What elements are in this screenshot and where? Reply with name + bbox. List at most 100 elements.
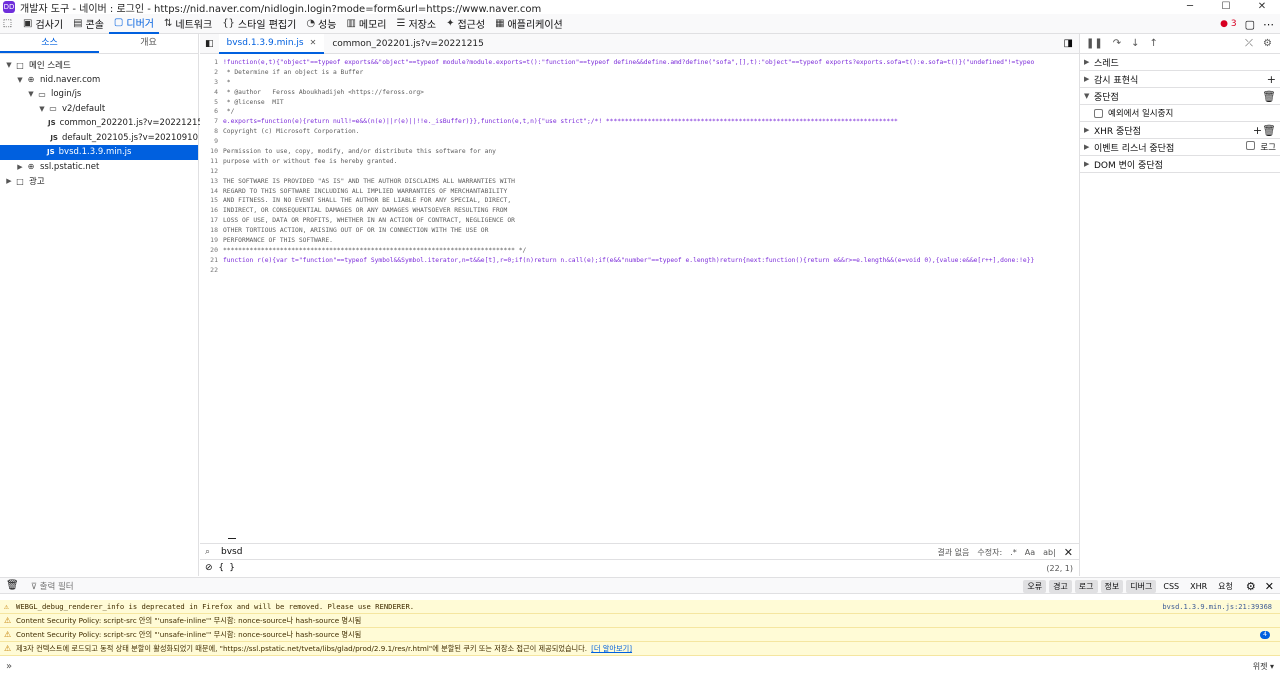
toggle-right-pane-icon[interactable]: ◨ [1064, 38, 1073, 49]
sidebar-section[interactable]: ▶ XHR 중단점 +🗑 [1080, 122, 1280, 139]
code-line[interactable]: REGARD TO THIS SOFTWARE INCLUDING ALL IM… [223, 187, 1078, 197]
tree-item[interactable]: ▼ ▭ v2/default [0, 102, 198, 117]
code-line[interactable] [223, 266, 1078, 276]
code-line[interactable]: * @license MIT [223, 98, 1078, 108]
close-tab-icon[interactable]: ✕ [310, 38, 317, 47]
code-line[interactable]: AND FITNESS. IN NO EVENT SHALL THE AUTHO… [223, 196, 1078, 206]
console-settings-icon[interactable]: ⚙ [1246, 580, 1256, 593]
pretty-print-button[interactable]: { } [219, 563, 235, 573]
section-action-icon[interactable]: + [1267, 73, 1276, 86]
code-line[interactable]: PERFORMANCE OF THIS SOFTWARE. [223, 236, 1078, 246]
console-input[interactable]: » 위젯 ▾ [0, 656, 1280, 676]
console-filter-button[interactable]: CSS [1159, 581, 1183, 592]
line-number[interactable]: 15 [200, 196, 220, 206]
code-line[interactable]: purpose with or without fee is hereby gr… [223, 157, 1078, 167]
tree-arrow-icon[interactable]: ▼ [15, 76, 25, 84]
code-line[interactable] [223, 137, 1078, 147]
tree-item[interactable]: JS default_202105.js?v=20210910 [0, 131, 198, 146]
close-console-icon[interactable]: ✕ [1265, 580, 1274, 593]
tab-debugger[interactable]: ▢ 디버거 [108, 14, 159, 34]
debugger-settings-icon[interactable]: ⚙ [1263, 38, 1272, 49]
sidebar-section[interactable]: ▼ 중단점 🗑 [1080, 88, 1280, 105]
console-filter-button[interactable]: 정보 [1100, 580, 1124, 593]
line-number[interactable]: 4 [200, 88, 220, 98]
tree-arrow-icon[interactable]: ▶ [4, 177, 14, 185]
line-number[interactable]: 7 [200, 117, 220, 127]
case-toggle[interactable]: Aa [1025, 548, 1035, 557]
line-number-gutter[interactable]: 1 2 3 4 5 6 7 8 9 10 11 12 13 14 15 16 17 18 19 20 21 22 [200, 58, 220, 276]
line-number[interactable]: 1 [200, 58, 220, 68]
step-in-icon[interactable]: ↓ [1131, 38, 1139, 49]
code-line[interactable] [223, 167, 1078, 177]
close-window-icon[interactable]: ✕ [1244, 0, 1280, 14]
tree-arrow-icon[interactable]: ▼ [26, 90, 36, 98]
line-number[interactable]: 14 [200, 187, 220, 197]
console-filter-input[interactable]: ⊽ 출력 필터 [31, 580, 74, 592]
tree-item[interactable]: ▼ □ 메인 스레드 [0, 58, 198, 73]
tree-item[interactable]: ▼ ⊕ nid.naver.com [0, 73, 198, 88]
log-checkbox[interactable]: 로그 [1246, 141, 1276, 153]
tree-arrow-icon[interactable]: ▼ [4, 61, 14, 69]
section-chevron-icon[interactable]: ▶ [1084, 143, 1094, 151]
error-count-badge[interactable]: ● 3 [1220, 19, 1236, 29]
code-editor[interactable]: 1 2 3 4 5 6 7 8 9 10 11 12 13 14 15 16 17 18 19 20 21 22 !fun… [200, 54, 1079, 543]
line-number[interactable]: 8 [200, 127, 220, 137]
console-filter-button[interactable]: 로그 [1074, 580, 1098, 593]
code-line[interactable]: !function(e,t){"object"==typeof exports&… [223, 58, 1078, 68]
learn-more-link[interactable]: [더 알아보기] [591, 642, 632, 655]
code-line[interactable]: ****************************************… [223, 246, 1078, 256]
console-filter-button[interactable]: 디버그 [1126, 580, 1157, 593]
tree-item[interactable]: ▶ ⊕ ssl.pstatic.net [0, 160, 198, 175]
sidebar-section[interactable]: ▶ 이벤트 리스너 중단점 로그 [1080, 139, 1280, 156]
code-line[interactable]: INDIRECT, OR CONSEQUENTIAL DAMAGES OR AN… [223, 206, 1078, 216]
code-line[interactable]: * [223, 78, 1078, 88]
tab-style-editor[interactable]: {} 스타일 편집기 [217, 14, 301, 34]
line-number[interactable]: 10 [200, 147, 220, 157]
code-line[interactable]: * Determine if an object is a Buffer [223, 68, 1078, 78]
code-line[interactable]: e.exports=function(e){return null!=e&&(n… [223, 117, 1078, 127]
toggle-sidebar-icon[interactable]: ◧ [200, 34, 219, 54]
console-warning-message[interactable]: ⚠ 제3자 컨텍스트에 로드되고 동적 상태 분할이 활성화되었기 때문에, "h… [0, 642, 1280, 656]
code-line[interactable]: */ [223, 107, 1078, 117]
sidebar-section[interactable]: 예외에서 일시중지 [1080, 105, 1280, 122]
element-picker-button[interactable]: ⬚ [0, 14, 18, 34]
console-filter-button[interactable]: XHR [1186, 581, 1211, 592]
blackbox-icon[interactable]: ⊘ [205, 563, 213, 573]
code-line[interactable]: Permission to use, copy, modify, and/or … [223, 147, 1078, 157]
tree-item[interactable]: ▼ ▭ login/js [0, 87, 198, 102]
search-input[interactable]: bvsd [221, 547, 242, 557]
section-action-icon[interactable]: 🗑 [1262, 90, 1276, 103]
tree-item[interactable]: JS common_202201.js?v=20221215 [0, 116, 203, 131]
line-number[interactable]: 5 [200, 98, 220, 108]
minimize-icon[interactable]: ─ [1172, 0, 1208, 14]
step-over-icon[interactable]: ↷ [1113, 38, 1121, 49]
tree-arrow-icon[interactable]: ▶ [15, 163, 25, 171]
deactivate-breakpoints-icon[interactable]: ⤫ [1245, 38, 1253, 49]
code-line[interactable]: Copyright (c) Microsoft Corporation. [223, 127, 1078, 137]
tab-outline[interactable]: 개요 [99, 34, 198, 53]
tree-item[interactable]: JS bvsd.1.3.9.min.js [0, 145, 198, 160]
code-line[interactable]: * @author Feross Aboukhadijeh <https://f… [223, 88, 1078, 98]
console-filter-button[interactable]: 경고 [1049, 580, 1072, 593]
editor-tab-common[interactable]: common_202201.js?v=20221215 [324, 34, 492, 54]
code-lines[interactable]: !function(e,t){"object"==typeof exports&… [223, 58, 1078, 276]
line-number[interactable]: 17 [200, 216, 220, 226]
line-number[interactable]: 3 [200, 78, 220, 88]
tab-application[interactable]: ▦ 애플리케이션 [490, 14, 568, 34]
tab-sources[interactable]: 소스 [0, 34, 99, 53]
log-checkbox-box[interactable] [1246, 141, 1256, 150]
console-warning-message[interactable]: ⚠ Content Security Policy: script-src 안의 … [0, 628, 1280, 642]
console-warning-message[interactable]: ⚠ WEBGL_debug_renderer_info is deprecated… [0, 600, 1280, 614]
pause-on-exceptions-checkbox[interactable] [1094, 108, 1103, 118]
section-chevron-icon[interactable]: ▶ [1084, 58, 1094, 66]
console-warning-message[interactable]: ⚠ Content Security Policy: script-src 안의 … [0, 614, 1280, 628]
editor-tab-bvsd[interactable]: bvsd.1.3.9.min.js ✕ [218, 33, 325, 54]
section-chevron-icon[interactable]: ▶ [1084, 75, 1094, 83]
console-filter-button[interactable]: 오류 [1023, 580, 1047, 593]
section-chevron-icon[interactable]: ▶ [1084, 126, 1094, 134]
close-search-icon[interactable]: ✕ [1064, 546, 1073, 559]
section-action-icon[interactable]: +🗑 [1253, 124, 1276, 137]
section-chevron-icon[interactable]: ▶ [1084, 160, 1094, 168]
code-line[interactable]: OTHER TORTIOUS ACTION, ARISING OUT OF OR… [223, 226, 1078, 236]
code-line[interactable]: THE SOFTWARE IS PROVIDED "AS IS" AND THE… [223, 177, 1078, 187]
